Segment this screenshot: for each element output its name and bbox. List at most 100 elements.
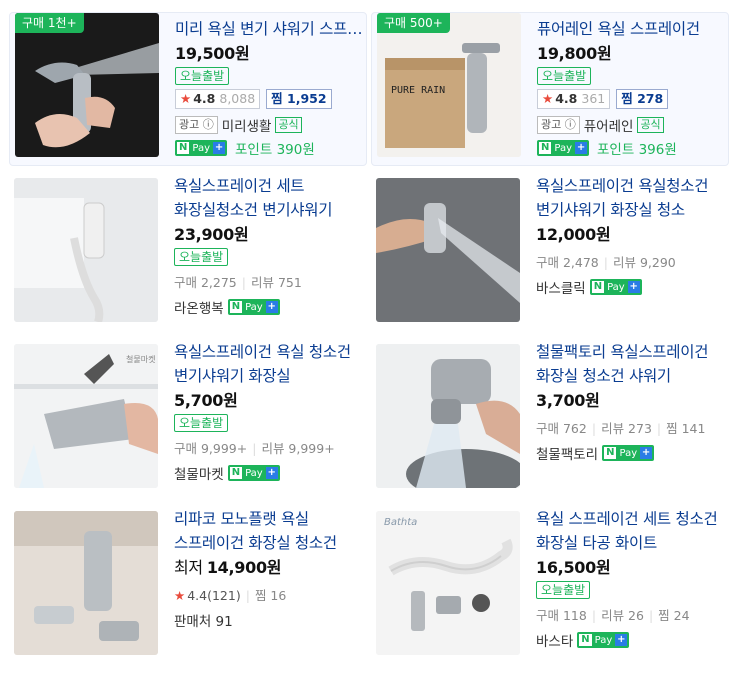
- product-title[interactable]: 퓨어레인 욕실 스프레이건: [537, 17, 727, 41]
- product-title[interactable]: 욕실스프레이건 세트 화장실청소건 변기샤워기 비데: [174, 174, 364, 222]
- star-icon: ★: [180, 91, 192, 106]
- points: 포인트 390원: [235, 142, 315, 158]
- product-price: 19,500원: [175, 44, 250, 63]
- review-count[interactable]: 리뷰 751: [251, 275, 302, 290]
- wishlist-count[interactable]: 찜 1,952: [266, 89, 332, 109]
- seller-name[interactable]: 라온행복: [174, 297, 224, 317]
- product-photo: [376, 344, 520, 488]
- product-title[interactable]: 욕실스프레이건 욕실 청소건 변기샤워기 화장실: [174, 340, 364, 388]
- seller-row: 철물팩토리 N Pay +: [536, 443, 726, 463]
- product-photo: [14, 178, 158, 322]
- star-icon: ★: [542, 91, 554, 106]
- seller-name[interactable]: 미리생활: [222, 115, 272, 135]
- product-image[interactable]: PURE RAIN 구매 500+: [377, 13, 521, 157]
- today-shipping-badge: 오늘출발: [537, 67, 592, 85]
- rating-value: 4.8: [555, 91, 578, 106]
- info-icon: ⓘ: [202, 118, 214, 131]
- product-info: 욕실스프레이건 욕실청소건 변기샤워기 화장실 청소 12,000원 구매 2,…: [536, 174, 726, 297]
- lowest-label: 최저: [174, 558, 203, 577]
- ad-label[interactable]: 광고 ⓘ: [537, 116, 580, 134]
- product-info: 욕실스프레이건 욕실 청소건 변기샤워기 화장실 5,700원 오늘출발 구매 …: [174, 340, 364, 483]
- product-price: 최저 14,900원: [174, 557, 364, 579]
- product-photo: 철물마켓: [14, 344, 158, 488]
- product-title[interactable]: 욕실스프레이건 욕실청소건 변기샤워기 화장실 청소: [536, 174, 726, 222]
- wishlist-count[interactable]: 찜 141: [666, 421, 705, 436]
- review-count[interactable]: 리뷰 26: [601, 608, 644, 623]
- npay-icon: N Pay +: [227, 299, 280, 315]
- review-count[interactable]: 리뷰 9,999+: [261, 441, 334, 456]
- purchase-badge: 구매 1천+: [15, 13, 84, 33]
- product-image[interactable]: 철물마켓: [14, 344, 158, 488]
- points: 포인트 396원: [597, 142, 677, 158]
- product-price: 3,700원: [536, 391, 600, 410]
- product-title[interactable]: 욕실 스프레이건 세트 청소건 화장실 타공 화이트: [536, 507, 726, 555]
- product-card[interactable]: 철물팩토리 욕실스프레이건 화장실 청소건 샤워기 3,700원 구매 762 |…: [370, 338, 728, 492]
- product-card[interactable]: Bathta 욕실 스프레이건 세트 청소건 화장실 타공 화이트 16,500…: [370, 505, 728, 659]
- seller-name[interactable]: 철물팩토리: [536, 443, 598, 463]
- product-meta: 구매 2,478 | 리뷰 9,290: [536, 255, 676, 270]
- purchase-count: 구매 2,275: [174, 275, 237, 290]
- seller-name[interactable]: 바스타: [536, 630, 573, 650]
- seller-row: 광고 ⓘ 미리생활 공식: [175, 115, 365, 135]
- product-card[interactable]: 리파코 모노플랫 욕실 스프레이건 화장실 청소건 최저 14,900원 ★ 4.4…: [8, 505, 366, 659]
- seller-row: 바스타 N Pay +: [536, 630, 726, 650]
- image-watermark: Bathta: [384, 517, 417, 528]
- wishlist-count[interactable]: 찜 16: [255, 588, 286, 603]
- npay-row: N Pay + 포인트 390원: [175, 138, 365, 158]
- product-info: 리파코 모노플랫 욕실 스프레이건 화장실 청소건 최저 14,900원 ★ 4.4…: [174, 507, 364, 630]
- product-photo: [15, 13, 159, 157]
- product-image[interactable]: [376, 178, 520, 322]
- product-image[interactable]: Bathta: [376, 511, 520, 655]
- product-price: 19,800원: [537, 44, 612, 63]
- seller-row: 광고 ⓘ 퓨어레인 공식: [537, 115, 727, 135]
- seller-name[interactable]: 철물마켓: [174, 463, 224, 483]
- wishlist-count[interactable]: 찜 278: [616, 89, 669, 109]
- product-info: 욕실 스프레이건 세트 청소건 화장실 타공 화이트 16,500원 오늘출발 …: [536, 507, 726, 650]
- box-brand: PURE RAIN: [391, 85, 445, 96]
- product-meta: 구매 118 | 리뷰 26 | 찜 24: [536, 608, 690, 623]
- purchase-count: 구매 9,999+: [174, 441, 248, 456]
- product-image[interactable]: 구매 1천+: [15, 13, 159, 157]
- product-title[interactable]: 철물팩토리 욕실스프레이건 화장실 청소건 샤워기: [536, 340, 726, 388]
- rating-count: 8,088: [219, 91, 256, 106]
- product-card[interactable]: 욕실스프레이건 세트 화장실청소건 변기샤워기 비데 23,900원 오늘출발 …: [8, 172, 366, 326]
- product-info: 욕실스프레이건 세트 화장실청소건 변기샤워기 비데 23,900원 오늘출발 …: [174, 174, 364, 317]
- seller-row: 라온행복 N Pay +: [174, 297, 364, 317]
- product-photo: PURE RAIN: [377, 13, 521, 157]
- seller-row: 철물마켓 N Pay +: [174, 463, 364, 483]
- product-card[interactable]: 욕실스프레이건 욕실청소건 변기샤워기 화장실 청소 12,000원 구매 2,…: [370, 172, 728, 326]
- info-icon: ⓘ: [564, 118, 576, 131]
- product-image[interactable]: [14, 511, 158, 655]
- product-card[interactable]: 철물마켓 욕실스프레이건 욕실 청소건 변기샤워기 화장실 5,700원 오늘출…: [8, 338, 366, 492]
- product-meta: 구매 2,275 | 리뷰 751: [174, 275, 302, 290]
- purchase-badge: 구매 500+: [377, 13, 450, 33]
- product-image[interactable]: [376, 344, 520, 488]
- today-shipping-badge: 오늘출발: [174, 248, 229, 266]
- product-card[interactable]: PURE RAIN 구매 500+ 퓨어레인 욕실 스프레이건 19,800원 …: [371, 12, 729, 166]
- seller-name[interactable]: 퓨어레인: [584, 115, 634, 135]
- product-meta: 구매 762 | 리뷰 273 | 찜 141: [536, 421, 706, 436]
- product-image[interactable]: [14, 178, 158, 322]
- star-icon: ★: [174, 588, 186, 603]
- product-title[interactable]: 리파코 모노플랫 욕실 스프레이건 화장실 청소건: [174, 507, 364, 555]
- purchase-count: 구매 2,478: [536, 255, 599, 270]
- seller-name[interactable]: 바스클릭: [536, 277, 586, 297]
- ad-label[interactable]: 광고 ⓘ: [175, 116, 218, 134]
- rating-box: ★ 4.8 361: [537, 89, 611, 109]
- review-count[interactable]: 리뷰 9,290: [613, 255, 676, 270]
- seller-count[interactable]: 판매처 91: [174, 610, 233, 630]
- rating-count: 361: [581, 91, 606, 106]
- image-watermark: 철물마켓: [126, 354, 155, 364]
- today-shipping-badge: 오늘출발: [536, 581, 591, 599]
- product-title[interactable]: 미리 욕실 변기 샤워기 스프레이건: [175, 17, 365, 41]
- official-badge: 공식: [637, 117, 664, 133]
- price-value: 14,900원: [206, 558, 282, 577]
- product-card[interactable]: 구매 1천+ 미리 욕실 변기 샤워기 스프레이건 19,500원 오늘출발 ★…: [9, 12, 367, 166]
- product-photo: Bathta: [376, 511, 520, 655]
- product-meta: 구매 9,999+ | 리뷰 9,999+: [174, 441, 335, 456]
- product-meta: ★ 4.8 8,088 찜 1,952: [175, 89, 365, 109]
- rating-value: 4.4(121): [187, 588, 241, 603]
- wishlist-count[interactable]: 찜 24: [658, 608, 689, 623]
- product-photo: [14, 511, 158, 655]
- review-count[interactable]: 리뷰 273: [601, 421, 652, 436]
